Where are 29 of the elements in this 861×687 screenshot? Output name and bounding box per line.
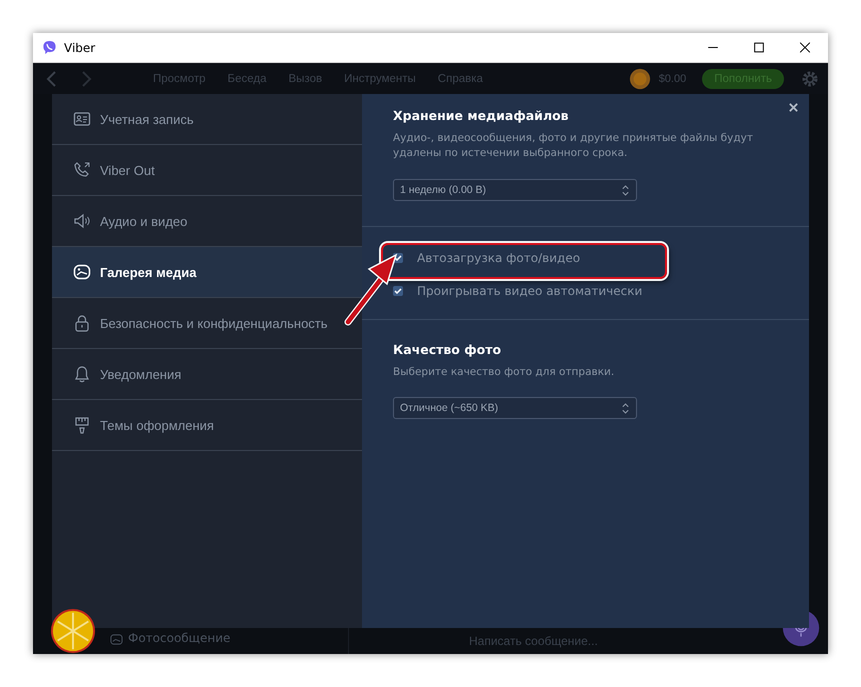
bell-icon (73, 365, 91, 383)
balance-amount: $0.00 (658, 72, 686, 84)
contact-card-icon (73, 110, 91, 128)
microphone-button[interactable] (782, 609, 820, 647)
lock-icon (73, 314, 91, 332)
section-description: Аудио-, видеосообщения, фото и другие принятые файлы будут удалены по истечении выбранного срока. (393, 131, 753, 161)
checkbox-label[interactable]: Проигрывать видео автоматически (417, 284, 642, 298)
section-title: Качество фото (393, 342, 502, 357)
speaker-icon (73, 212, 91, 230)
image-icon (73, 263, 91, 281)
section-description: Выберите качество фото для отправки. (393, 365, 616, 380)
checkbox[interactable] (393, 286, 403, 296)
chevron-icon (621, 402, 630, 414)
phone-icon (73, 161, 91, 179)
sidebar-item[interactable]: Безопасность и конфиденциальность (52, 298, 362, 349)
avatar-icon (50, 608, 96, 654)
window-title: Viber (64, 40, 96, 54)
section-title: Хранение медиафайлов (393, 108, 570, 123)
logo-icon (42, 40, 57, 55)
checkbox-label[interactable]: Автозагрузка фото/видео (417, 250, 580, 264)
close-icon[interactable] (788, 102, 799, 113)
dropdown[interactable]: 1 неделю (0.00 B) (393, 179, 637, 201)
avatar-icon[interactable] (628, 68, 651, 90)
image-icon (110, 633, 123, 646)
brush-icon (73, 416, 91, 434)
dropdown[interactable]: Отличное (~650 KB) (393, 397, 637, 419)
sidebar-item[interactable]: Галерея медиа (52, 247, 362, 298)
chevron-icon (621, 184, 630, 196)
message-preview: Фотосообщение (128, 631, 230, 645)
